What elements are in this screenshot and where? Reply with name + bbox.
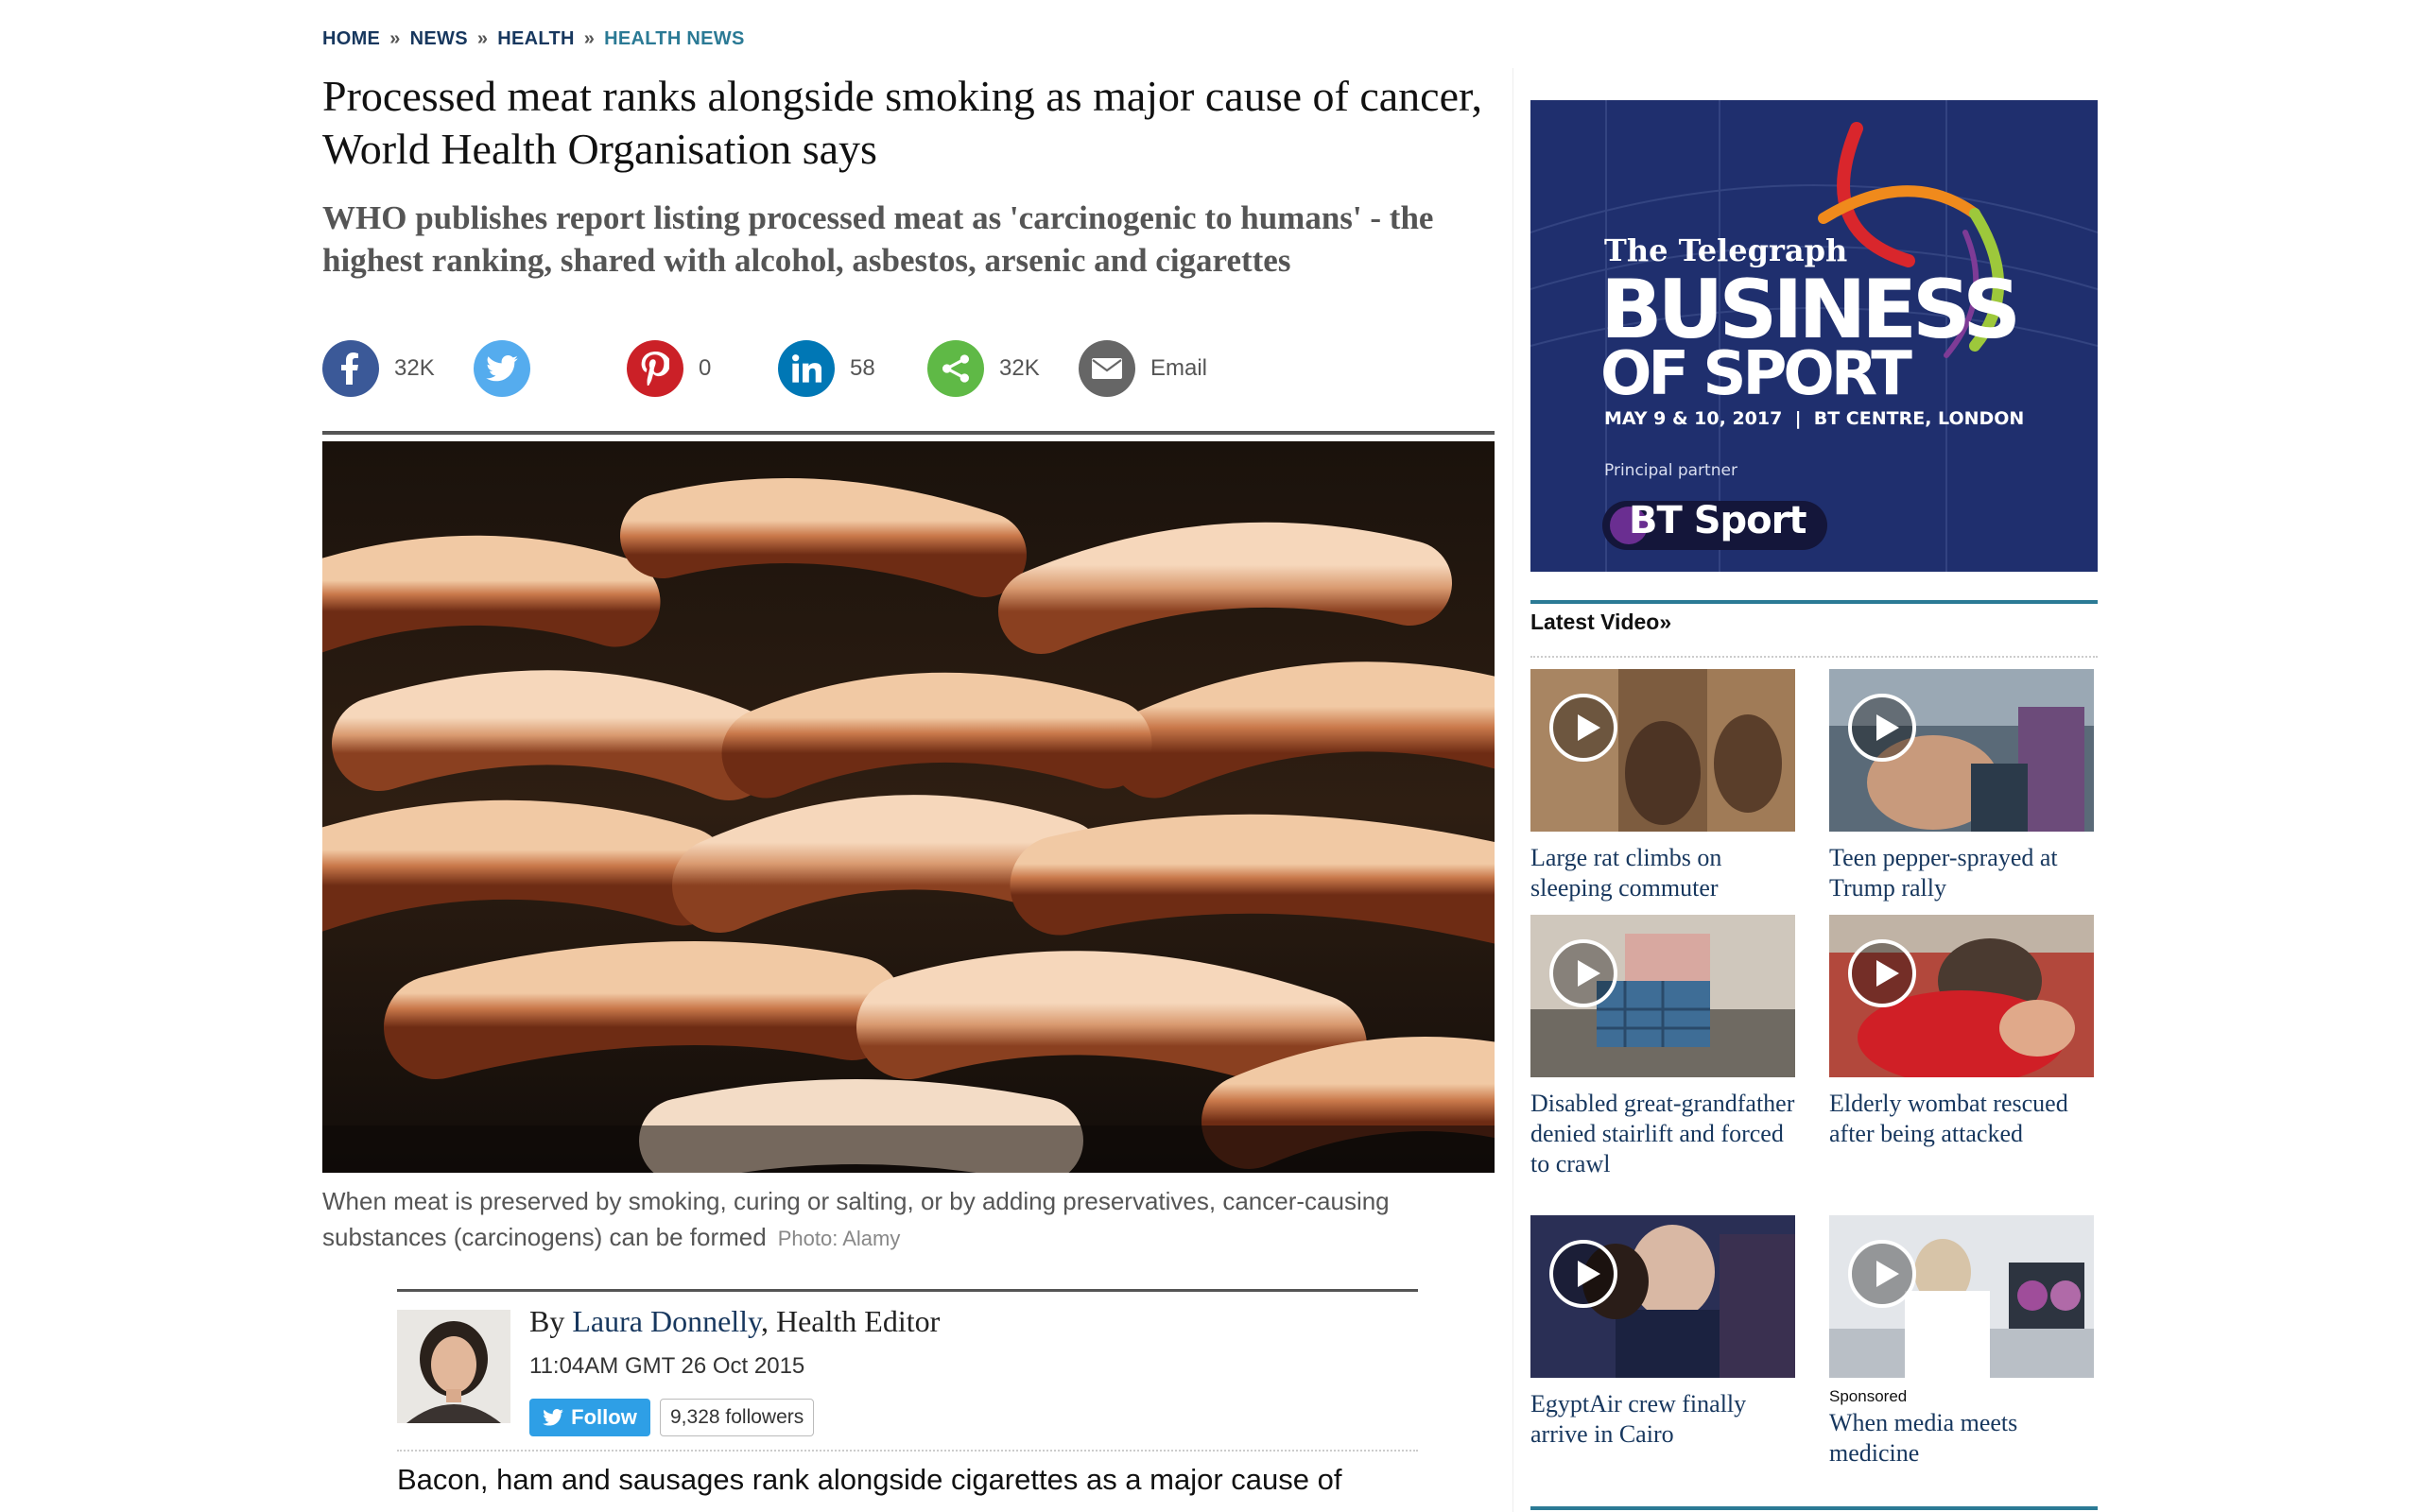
photo-caption: When meat is preserved by smoking, curin… <box>322 1183 1513 1257</box>
author-role: , Health Editor <box>760 1304 941 1338</box>
email-share[interactable]: Email <box>1079 340 1207 397</box>
share-count: 32K <box>999 355 1040 381</box>
video-thumbnail[interactable] <box>1530 915 1795 1077</box>
twitter-icon <box>474 340 530 397</box>
divider <box>397 1450 1418 1452</box>
video-thumbnail[interactable] <box>1829 1215 2094 1378</box>
divider <box>397 1289 1418 1292</box>
play-icon <box>1848 694 1916 762</box>
ad-banner-business-of-sport[interactable]: The Telegraph BUSINESS OF SPORT MAY 9 & … <box>1530 100 2098 572</box>
twitter-follow-button[interactable]: Follow <box>529 1399 650 1436</box>
video-card[interactable]: EgyptAir crew finally arrive in Cairo <box>1530 1215 1795 1450</box>
article-headline: Processed meat ranks alongside smoking a… <box>322 72 1482 173</box>
facebook-count: 32K <box>394 355 435 381</box>
generic-share[interactable]: 32K <box>927 340 1040 397</box>
divider <box>1530 656 2098 658</box>
latest-video-heading[interactable]: Latest Video» <box>1530 610 1671 635</box>
section-rule <box>1530 600 2098 604</box>
breadcrumb-news[interactable]: NEWS <box>410 28 468 49</box>
breadcrumb-home[interactable]: HOME <box>322 28 380 49</box>
pinterest-share[interactable]: 0 <box>627 340 711 397</box>
sponsored-label: Sponsored <box>1829 1387 1908 1405</box>
followers-count: 9,328 followers <box>660 1399 815 1436</box>
follow-label: Follow <box>571 1405 637 1429</box>
play-icon <box>1549 1240 1617 1308</box>
facebook-share[interactable]: 32K <box>322 340 435 397</box>
video-thumbnail[interactable] <box>1530 1215 1795 1378</box>
video-card[interactable]: Large rat climbs on sleeping commuter <box>1530 669 1795 903</box>
section-rule <box>1530 1506 2098 1510</box>
ad-dates: MAY 9 & 10, 2017 | BT CENTRE, LONDON <box>1604 408 2025 429</box>
play-icon <box>1848 1240 1916 1308</box>
breadcrumb: HOME » NEWS » HEALTH » HEALTH NEWS <box>322 28 745 50</box>
breadcrumb-health-news[interactable]: HEALTH NEWS <box>604 28 744 49</box>
author-link[interactable]: Laura Donnelly <box>572 1304 761 1338</box>
video-thumbnail[interactable] <box>1829 915 2094 1077</box>
video-title[interactable]: When media meets medicine <box>1829 1408 2094 1469</box>
article-standfirst: WHO publishes report listing processed m… <box>322 199 1434 279</box>
linkedin-count: 58 <box>850 355 875 381</box>
linkedin-share[interactable]: 58 <box>778 340 875 397</box>
video-thumbnail[interactable] <box>1530 669 1795 832</box>
column-divider <box>1512 68 1513 1512</box>
ad-headline-line2: OF SPORT <box>1600 339 1912 409</box>
play-icon <box>1549 694 1617 762</box>
linkedin-icon <box>778 340 835 397</box>
breadcrumb-separator: » <box>389 28 401 49</box>
breadcrumb-separator: » <box>476 28 489 49</box>
article-body-first-line: Bacon, ham and sausages rank alongside c… <box>397 1463 1342 1496</box>
play-icon <box>1848 939 1916 1007</box>
breadcrumb-separator: » <box>583 28 596 49</box>
facebook-icon <box>322 340 379 397</box>
twitter-icon <box>543 1409 563 1426</box>
author-avatar <box>397 1310 510 1423</box>
video-title[interactable]: Elderly wombat rescued after being attac… <box>1829 1089 2094 1149</box>
video-card[interactable]: Teen pepper-sprayed at Trump rally <box>1829 669 2094 903</box>
video-card[interactable]: Disabled great-grandfather denied stairl… <box>1530 915 1795 1179</box>
pinterest-count: 0 <box>699 355 712 381</box>
byline-prefix: By <box>529 1304 573 1338</box>
video-thumbnail[interactable] <box>1829 669 2094 832</box>
photo-credit: Photo: Alamy <box>777 1227 901 1250</box>
email-icon <box>1079 340 1135 397</box>
video-card[interactable]: Elderly wombat rescued after being attac… <box>1829 915 2094 1149</box>
publish-timestamp: 11:04AM GMT 26 Oct 2015 <box>529 1353 805 1379</box>
email-label: Email <box>1150 355 1208 381</box>
article-photo-sausages <box>322 441 1495 1173</box>
share-icon <box>927 340 984 397</box>
share-bar: 32K 0 58 32K Email <box>322 340 1495 397</box>
twitter-share[interactable] <box>474 340 530 397</box>
video-title[interactable]: Large rat climbs on sleeping commuter <box>1530 843 1795 903</box>
video-title[interactable]: Disabled great-grandfather denied stairl… <box>1530 1089 1795 1179</box>
breadcrumb-health[interactable]: HEALTH <box>497 28 574 49</box>
ad-partner-label: Principal partner <box>1604 461 1737 480</box>
video-card-sponsored[interactable]: Sponsored When media meets medicine <box>1829 1215 2094 1469</box>
play-icon <box>1549 939 1617 1007</box>
divider <box>322 431 1495 435</box>
pinterest-icon <box>627 340 683 397</box>
byline: By Laura Donnelly, Health Editor <box>529 1304 940 1339</box>
ad-partner-logo: BT Sport <box>1629 499 1806 542</box>
video-title[interactable]: Teen pepper-sprayed at Trump rally <box>1829 843 2094 903</box>
video-title[interactable]: EgyptAir crew finally arrive in Cairo <box>1530 1389 1795 1450</box>
